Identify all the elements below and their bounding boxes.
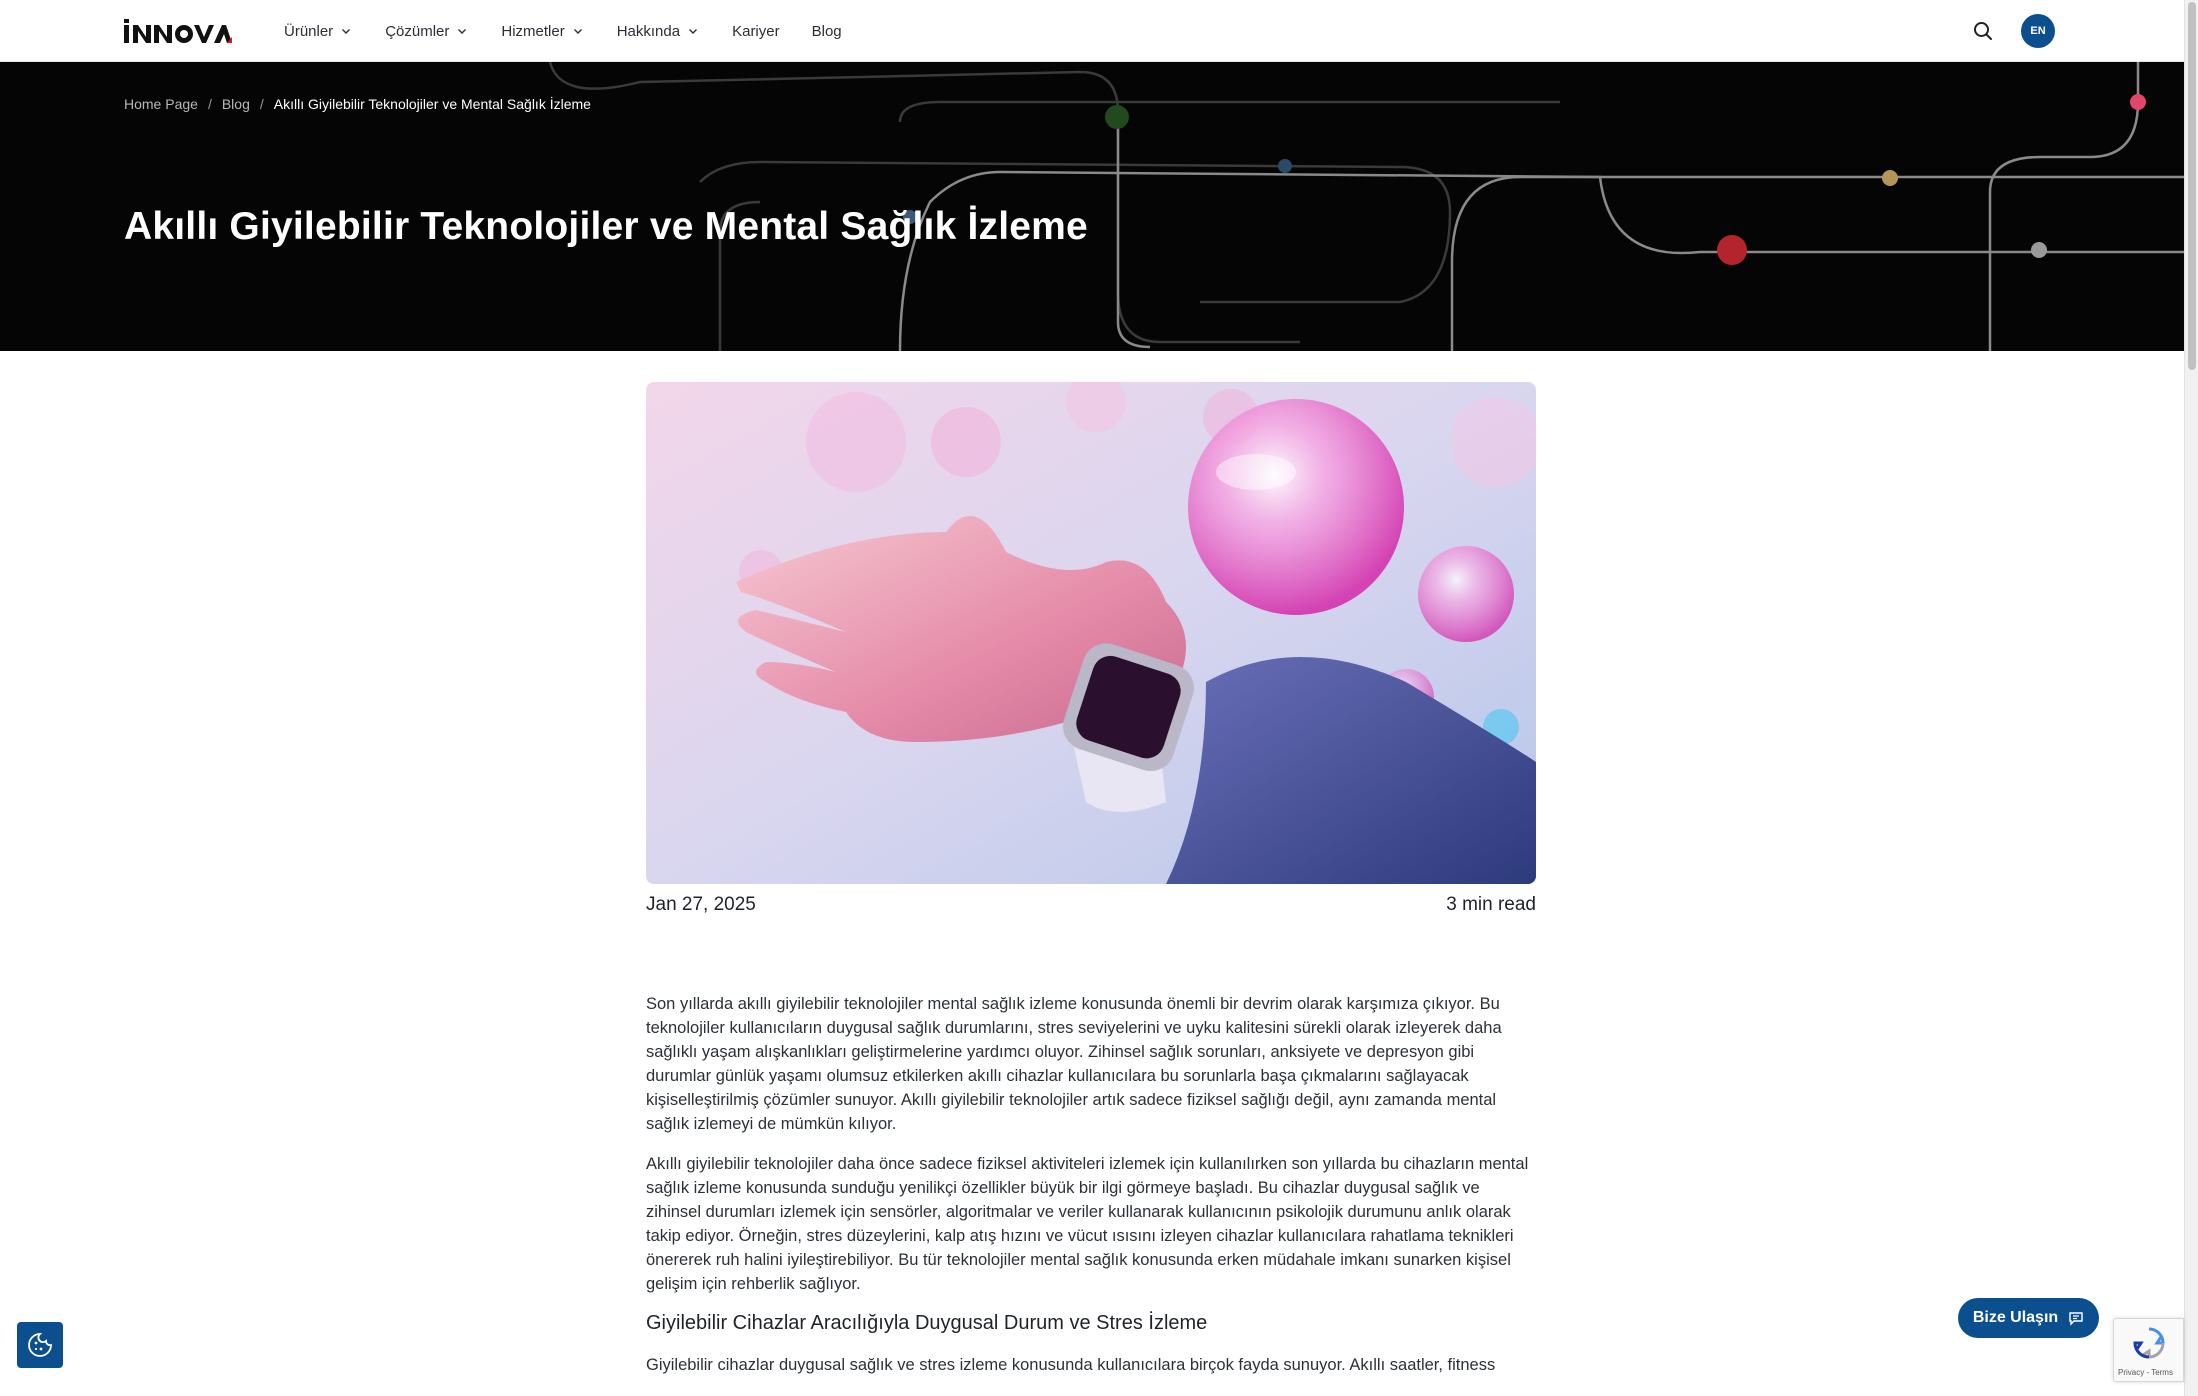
nav-item-label: Blog <box>811 22 842 40</box>
breadcrumb-home-link[interactable]: Home Page <box>124 96 198 112</box>
page-title: Akıllı Giyilebilir Teknolojiler ve Menta… <box>124 205 1088 248</box>
hero-banner: Home Page / Blog / Akıllı Giyilebilir Te… <box>0 62 2184 351</box>
cookie-settings-button[interactable] <box>17 1322 63 1368</box>
main-nav: Ürünler Çözümler Hizmetler Hakkında Kari… <box>284 0 842 62</box>
contact-us-button[interactable]: Bize Ulaşın <box>1958 1298 2099 1338</box>
nav-item-kariyer[interactable]: Kariyer <box>732 0 780 62</box>
article: Jan 27, 2025 3 min read Son yıllarda akı… <box>646 382 1536 1393</box>
nav-item-label: Çözümler <box>385 22 450 40</box>
nav-item-cozumler[interactable]: Çözümler <box>385 0 467 62</box>
chevron-down-icon <box>573 29 582 34</box>
nav-item-urunler[interactable]: Ürünler <box>284 0 351 62</box>
recaptcha-icon <box>2133 1327 2165 1359</box>
search-icon[interactable] <box>1971 19 1995 43</box>
contact-us-label: Bize Ulaşın <box>1972 1309 2059 1326</box>
chat-icon <box>2069 1312 2083 1326</box>
language-switch[interactable]: EN <box>2021 14 2055 48</box>
nav-item-label: Hizmetler <box>501 22 565 40</box>
article-subheading: Giyilebilir Cihazlar Aracılığıyla Duygus… <box>646 1312 1208 1334</box>
breadcrumb: Home Page / Blog / Akıllı Giyilebilir Te… <box>124 96 591 112</box>
language-label: EN <box>2030 25 2046 37</box>
breadcrumb-blog-link[interactable]: Blog <box>222 96 250 112</box>
breadcrumb-separator: / <box>207 96 212 112</box>
article-cover-image <box>646 382 1536 884</box>
scrollbar-thumb[interactable] <box>2188 2 2196 370</box>
page-scrollbar[interactable] <box>2184 0 2198 1396</box>
chevron-down-icon <box>342 29 351 34</box>
article-paragraph: Akıllı giyilebilir teknolojiler daha önc… <box>646 1155 1529 1293</box>
innova-logo[interactable] <box>124 19 232 43</box>
chevron-down-icon <box>458 29 467 34</box>
cookie-icon <box>28 1333 52 1357</box>
article-paragraph: Giyilebilir cihazlar duygusal sağlık ve … <box>646 1356 1496 1374</box>
article-paragraph: Son yıllarda akıllı giyilebilir teknoloj… <box>646 995 1502 1133</box>
recaptcha-badge[interactable]: Privacy - Terms <box>2113 1318 2184 1382</box>
nav-item-label: Hakkında <box>616 22 681 40</box>
site-header: Ürünler Çözümler Hizmetler Hakkında Kari… <box>0 0 2184 62</box>
chevron-down-icon <box>689 29 698 34</box>
article-date: Jan 27, 2025 <box>646 894 756 915</box>
breadcrumb-current: Akıllı Giyilebilir Teknolojiler ve Menta… <box>273 96 591 112</box>
nav-item-hizmetler[interactable]: Hizmetler <box>501 0 582 62</box>
nav-item-label: Ürünler <box>284 22 334 40</box>
breadcrumb-separator: / <box>259 96 264 112</box>
recaptcha-links[interactable]: Privacy - Terms <box>2118 1368 2173 1377</box>
article-body: Son yıllarda akıllı giyilebilir teknoloj… <box>646 992 1536 1377</box>
nav-item-label: Kariyer <box>732 22 780 40</box>
nav-item-blog[interactable]: Blog <box>812 0 842 62</box>
article-meta: Jan 27, 2025 3 min read <box>646 894 1536 916</box>
article-read-time: 3 min read <box>1446 894 1536 915</box>
nav-item-hakkinda[interactable]: Hakkında <box>617 0 698 62</box>
